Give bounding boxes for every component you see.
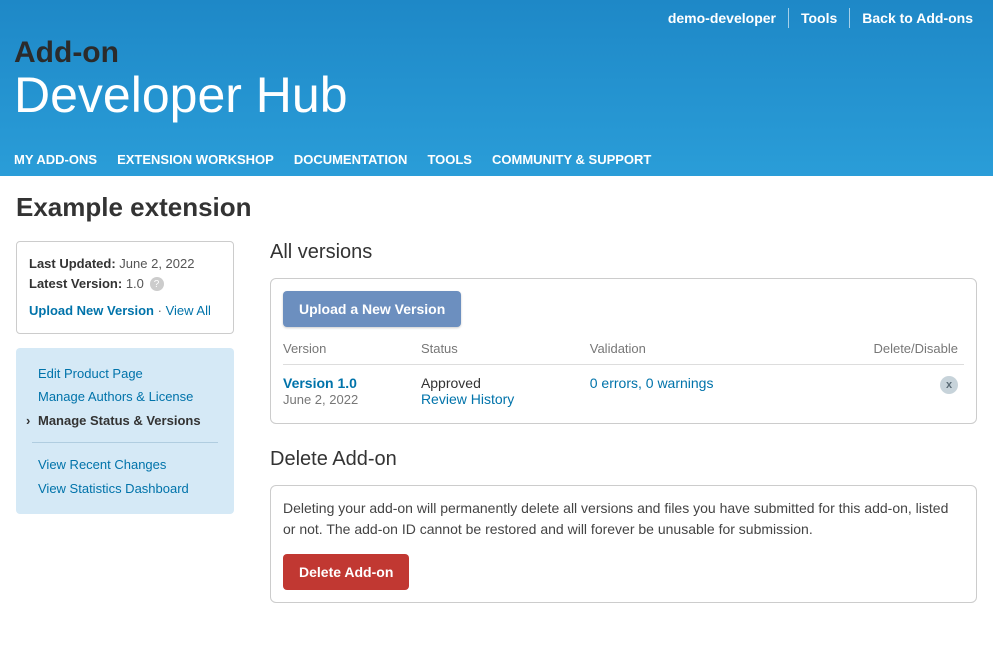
delete-addon-button[interactable]: Delete Add-on <box>283 554 409 590</box>
upload-new-version-button[interactable]: Upload a New Version <box>283 291 461 327</box>
logo-big-text: Developer Hub <box>14 68 979 123</box>
help-icon[interactable]: ? <box>150 277 164 291</box>
sidebar-item-recent-changes[interactable]: View Recent Changes <box>28 453 222 477</box>
main-nav: MY ADD-ONS EXTENSION WORKSHOP DOCUMENTAT… <box>0 143 993 176</box>
addon-info-box: Last Updated: June 2, 2022 Latest Versio… <box>16 241 234 334</box>
main-content: All versions Upload a New Version Versio… <box>270 241 977 627</box>
all-versions-title: All versions <box>270 241 977 264</box>
last-updated-label: Last Updated: <box>29 256 116 271</box>
header: demo-developer Tools Back to Add-ons Add… <box>0 0 993 176</box>
top-links: demo-developer Tools Back to Add-ons <box>0 0 993 28</box>
sidebar-item-manage-authors[interactable]: Manage Authors & License <box>28 385 222 409</box>
latest-version-value: 1.0 <box>126 276 144 291</box>
sidebar-item-stats-dashboard[interactable]: View Statistics Dashboard <box>28 477 222 501</box>
col-validation: Validation <box>590 337 810 365</box>
user-link[interactable]: demo-developer <box>656 8 789 28</box>
col-version: Version <box>283 337 421 365</box>
page-title: Example extension <box>16 192 977 223</box>
last-updated-value: June 2, 2022 <box>119 256 194 271</box>
versions-table: Version Status Validation Delete/Disable… <box>283 337 964 411</box>
delete-version-button[interactable]: x <box>940 376 958 394</box>
sidebar-item-manage-status[interactable]: Manage Status & Versions <box>28 409 222 433</box>
validation-link[interactable]: 0 errors, 0 warnings <box>590 375 714 391</box>
sidebar-item-edit-product[interactable]: Edit Product Page <box>28 362 222 386</box>
latest-version-label: Latest Version: <box>29 276 122 291</box>
delete-panel: Deleting your add-on will permanently de… <box>270 485 977 603</box>
upload-new-version-link[interactable]: Upload New Version <box>29 303 154 318</box>
col-delete: Delete/Disable <box>810 337 964 365</box>
version-status: Approved <box>421 375 481 391</box>
logo-area: Add-on Developer Hub <box>0 28 993 143</box>
sidebar: Last Updated: June 2, 2022 Latest Versio… <box>16 241 234 514</box>
sidebar-nav: Edit Product Page Manage Authors & Licen… <box>16 348 234 515</box>
review-history-link[interactable]: Review History <box>421 391 514 407</box>
delete-addon-title: Delete Add-on <box>270 448 977 471</box>
tools-link[interactable]: Tools <box>789 8 850 28</box>
version-date: June 2, 2022 <box>283 392 358 407</box>
view-all-link[interactable]: View All <box>166 303 211 318</box>
col-status: Status <box>421 337 590 365</box>
nav-my-addons[interactable]: MY ADD-ONS <box>14 152 97 167</box>
nav-extension-workshop[interactable]: EXTENSION WORKSHOP <box>117 152 274 167</box>
nav-documentation[interactable]: DOCUMENTATION <box>294 152 408 167</box>
delete-warning-text: Deleting your add-on will permanently de… <box>283 498 964 540</box>
versions-panel: Upload a New Version Version Status Vali… <box>270 278 977 424</box>
table-row: Version 1.0 June 2, 2022 Approved Review… <box>283 365 964 412</box>
sidebar-divider <box>32 442 218 443</box>
nav-tools[interactable]: TOOLS <box>427 152 472 167</box>
version-name-link[interactable]: Version 1.0 <box>283 375 357 391</box>
back-to-addons-link[interactable]: Back to Add-ons <box>850 8 973 28</box>
separator: · <box>158 303 162 318</box>
nav-community-support[interactable]: COMMUNITY & SUPPORT <box>492 152 651 167</box>
logo-small-text: Add-on <box>14 38 979 68</box>
